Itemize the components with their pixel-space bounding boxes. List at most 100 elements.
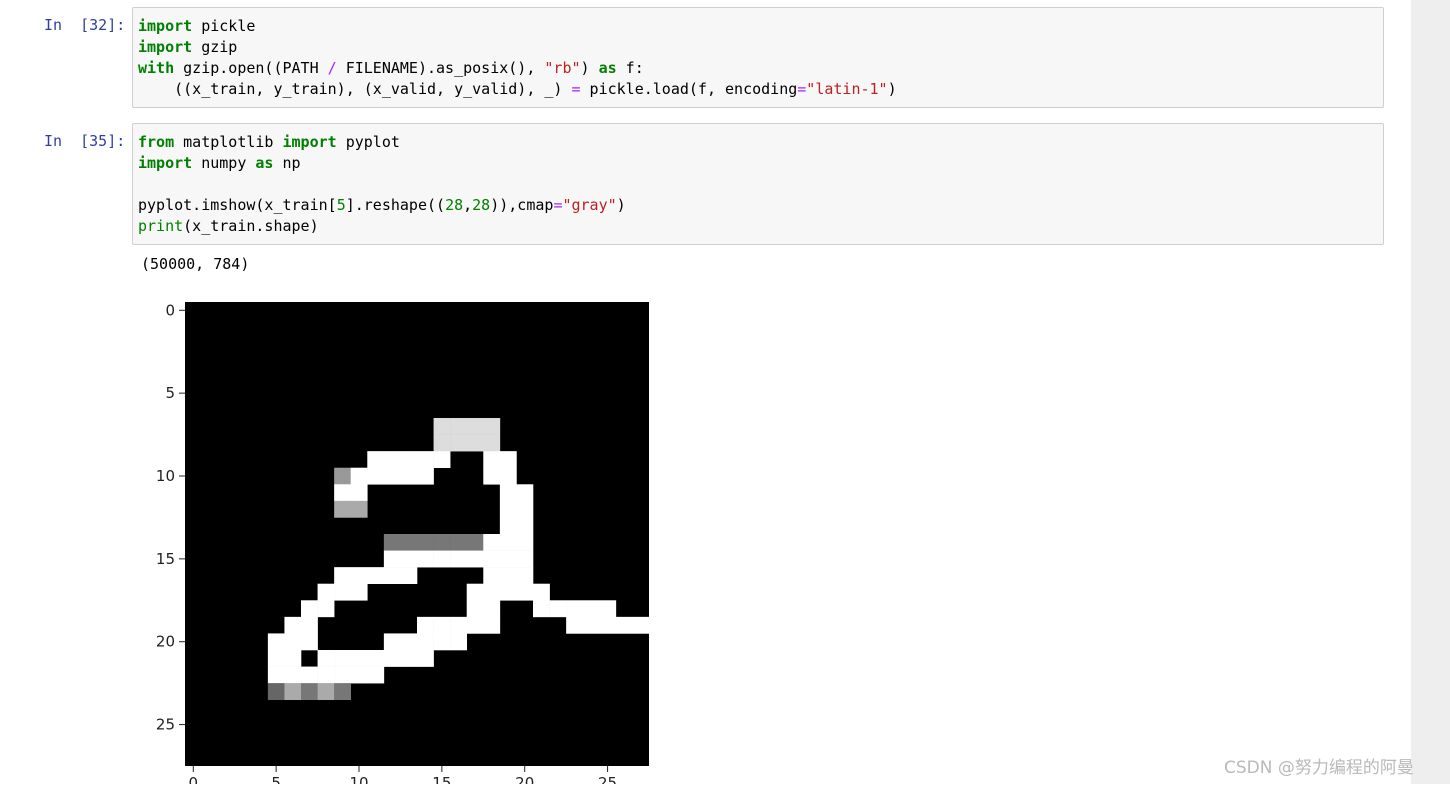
code-token: 28 [445,196,464,214]
image-pixel [516,484,534,502]
code-token: import [282,133,337,151]
image-pixel [383,534,401,551]
image-pixel [516,567,534,585]
image-pixels [185,302,650,766]
image-pixel [334,484,352,502]
code-token: import [138,38,193,56]
image-pixel [599,616,617,634]
code-token: with [138,59,175,77]
image-pixel [367,666,385,684]
code-token: ].reshape(( [345,196,446,214]
image-pixel [433,434,451,452]
image-pixel [450,534,468,551]
image-pixel [317,683,335,701]
image-pixel [499,517,517,535]
code-token: , [463,196,473,214]
image-pixel [450,434,468,452]
image-pixel [450,550,468,568]
image-pixel [350,583,368,601]
x-tick-label: 10 [349,774,368,784]
code-token: print [138,217,184,235]
image-pixel [433,633,451,651]
code-token: from [138,133,175,151]
code-token: matplotlib [174,133,283,151]
image-pixel [483,616,501,634]
image-pixel [350,567,368,585]
code-block[interactable]: import pickle import gzip with gzip.open… [133,8,1383,106]
csdn-watermark: CSDN @努力编程的阿曼 [1224,758,1414,778]
image-pixel [499,500,517,518]
image-pixel [499,550,517,568]
image-pixel [483,550,501,568]
imshow-plot: 0 5 10 15 20 25 0 5 10 15 20 25 [140,290,680,788]
image-pixel [417,633,434,651]
x-tick-label: 25 [598,774,617,784]
image-pixel [350,650,368,667]
image-pixel [533,600,550,618]
image-pixel [267,633,285,651]
code-input-area[interactable]: from matplotlib import pyplot import num… [132,123,1384,245]
image-pixel [267,683,285,701]
code-token: / [327,59,337,77]
image-pixel [383,567,401,585]
code-token: np [273,154,301,172]
image-pixel [317,583,335,601]
y-tick-label: 20 [156,633,175,651]
code-input-area[interactable]: import pickle import gzip with gzip.open… [132,7,1384,108]
image-pixel [516,550,534,568]
code-token: gzip [192,38,238,56]
image-pixel [433,451,451,469]
scrollbar[interactable] [1411,0,1450,784]
input-prompt: In [32]: [44,16,126,34]
image-pixel [334,583,352,601]
code-token: pickle.load(f, encoding [580,80,798,98]
y-tick-label: 0 [165,301,175,319]
code-token: "rb" [544,59,581,77]
code-block[interactable]: from matplotlib import pyplot import num… [133,124,1383,243]
image-pixel [566,600,584,618]
y-axis-ticks: 0 5 10 15 20 25 [156,301,185,734]
image-pixel [284,650,302,667]
image-pixel [301,616,318,634]
image-pixel [549,600,567,618]
image-pixel [516,583,534,601]
image-pixel [483,451,501,469]
y-tick-label: 10 [156,467,175,485]
image-pixel [466,550,484,568]
image-pixel [350,666,368,684]
code-token: pyplot [336,133,400,151]
image-pixel [499,484,517,502]
x-tick-label: 5 [271,774,281,784]
image-pixel [301,633,318,651]
code-token: "gray" [562,196,617,214]
image-pixel [367,467,385,485]
image-pixel [400,567,418,585]
code-token: 5 [336,196,346,214]
cell-output-text: (50000, 784) [141,255,250,273]
image-pixel [334,567,352,585]
code-token: ) [616,196,626,214]
image-pixel [267,650,285,667]
code-token: )),cmap [490,196,554,214]
image-pixel [466,534,484,551]
image-pixel [566,616,584,634]
image-pixel [433,550,451,568]
image-pixel [466,434,484,452]
y-tick-label: 15 [156,550,175,568]
image-pixel [400,451,418,469]
code-token: import [138,154,193,172]
image-pixel [334,467,352,485]
image-pixel [284,633,302,651]
image-pixel [599,600,617,618]
x-tick-label: 0 [189,774,199,784]
code-token: 28 [472,196,491,214]
image-pixel [417,650,434,667]
image-pixel [284,683,302,701]
image-pixel [516,517,534,535]
image-pixel [417,534,434,551]
image-pixel [483,600,501,618]
image-pixel [483,418,501,435]
image-pixel [417,467,434,485]
x-axis-ticks: 0 5 10 15 20 25 [189,766,617,788]
image-pixel [499,567,517,585]
